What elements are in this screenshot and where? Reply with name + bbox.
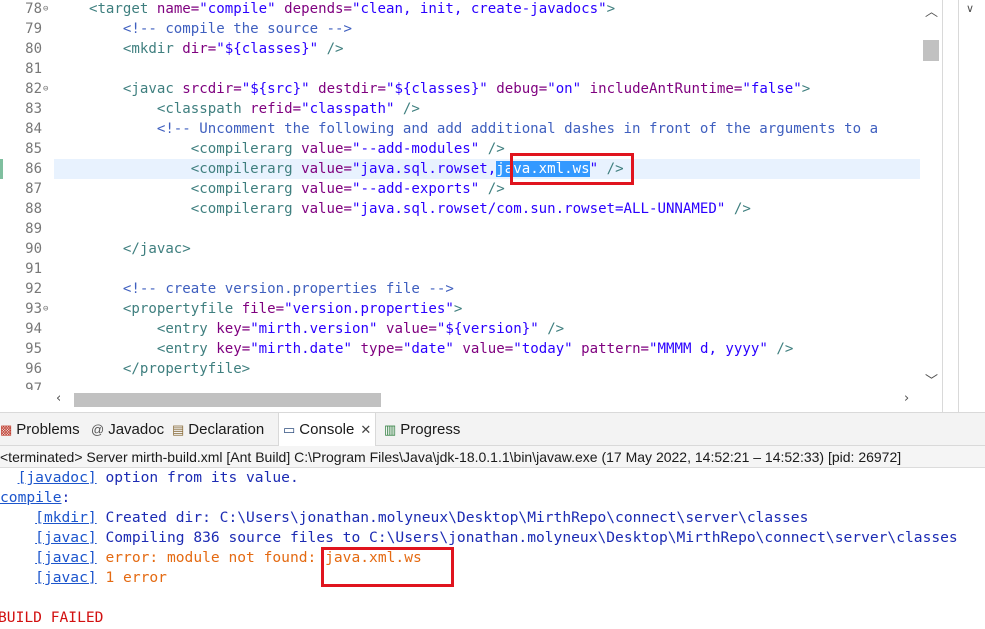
code-line: <compilerarg value="java.sql.rowset/com.… [190,201,751,217]
highlight-annotation-box [321,547,454,587]
console-task-link[interactable]: [javac] [35,549,97,566]
code-line: <classpath refid="classpath" /> [156,101,420,117]
code-line: <!-- Uncomment the following and add add… [156,121,879,137]
code-line: <!-- compile the source --> [122,21,352,37]
console-icon: ▭ [283,421,296,437]
line-number: 94 [25,321,42,337]
quick-diff-marker [0,159,3,179]
scroll-left-icon[interactable]: ‹ [56,391,61,406]
code-editor[interactable]: 78 79 80 81 82 83 84 85 86 87 88 89 90 9… [0,0,942,390]
line-number: 84 [25,121,42,137]
line-number: 93 [25,301,42,317]
line-number: 97 [25,381,42,390]
close-icon[interactable]: ✕ [360,422,371,438]
scroll-up-icon[interactable]: ︿ [925,1,938,20]
line-number: 95 [25,341,42,357]
line-number: 87 [25,181,42,197]
code-line: <javac srcdir="${src}" destdir="${classe… [122,81,811,97]
problems-icon: ▩ [0,421,13,437]
console-task-link[interactable]: [javadoc] [18,469,97,486]
line-number: 81 [25,61,42,77]
code-line: </propertyfile> [122,361,251,377]
line-number: 90 [25,241,42,257]
line-number: 79 [25,21,42,37]
code-line: <target name="compile" depends="clean, i… [88,1,616,17]
fold-collapse-icon[interactable]: ⊖ [43,299,48,319]
fold-collapse-icon[interactable]: ⊖ [43,0,48,19]
console-line: [mkdir] Created dir: C:\Users\jonathan.m… [35,509,809,526]
at-sign-icon: @ [91,422,105,437]
console-output[interactable]: [javadoc] option from its value. compile… [0,468,985,629]
code-line: <entry key="mirth.version" value="${vers… [156,321,565,337]
code-line: <mkdir dir="${classes}" /> [122,41,344,57]
progress-icon: ▥ [384,421,397,437]
vertical-scroll-thumb[interactable] [923,40,939,61]
scroll-corner [920,390,942,410]
tab-declaration[interactable]: ▤ Declaration [172,413,264,446]
code-line: <entry key="mirth.date" type="date" valu… [156,341,794,357]
console-task-link[interactable]: [javac] [35,569,97,586]
panel-divider[interactable] [958,0,959,412]
console-status-line: <terminated> Server mirth-build.xml [Ant… [0,446,985,468]
code-line: <compilerarg value="--add-modules" /> [190,141,505,157]
scroll-down-icon[interactable]: ﹀ [925,370,938,389]
outline-side-panel [942,0,985,412]
line-number-gutter: 78 79 80 81 82 83 84 85 86 87 88 89 90 9… [0,0,54,390]
line-number: 86 [25,161,42,177]
line-number: 80 [25,41,42,57]
declaration-icon: ▤ [172,421,185,437]
console-target-link[interactable]: compile [0,489,62,506]
tab-console[interactable]: ▭ Console ✕ [278,413,377,446]
code-line: <!-- create version.properties file --> [122,281,454,297]
tab-javadoc[interactable]: @ Javadoc [91,413,164,446]
scroll-right-icon[interactable]: › [904,391,909,406]
line-number: 83 [25,101,42,117]
highlight-annotation-box [510,153,634,185]
line-number: 91 [25,261,42,277]
console-task-link[interactable]: [mkdir] [35,509,97,526]
console-line: compile: [0,489,71,506]
chevron-down-icon[interactable]: ∨ [966,2,974,15]
console-line: [javac] Compiling 836 source files to C:… [35,529,958,546]
code-line: <compilerarg value="--add-exports" /> [190,181,505,197]
line-number: 96 [25,361,42,377]
console-line: [javadoc] option from its value. [17,469,299,486]
line-number: 85 [25,141,42,157]
view-tab-bar: ▩ Problems @ Javadoc ▤ Declaration ▭ Console… [0,412,985,446]
line-number: 82 [25,81,42,97]
tab-problems[interactable]: ▩ Problems [0,413,80,446]
fold-collapse-icon[interactable]: ⊖ [43,79,48,99]
tab-progress[interactable]: ▥ Progress [384,413,460,446]
console-task-link[interactable]: [javac] [35,529,97,546]
line-number: 92 [25,281,42,297]
console-error-line: [javac] 1 error [35,569,167,586]
line-number: 89 [25,221,42,237]
line-number: 88 [25,201,42,217]
horizontal-scroll-thumb[interactable] [74,393,381,407]
code-line: </javac> [122,241,191,257]
build-failed-line: BUILD FAILED [0,609,104,626]
code-line: <propertyfile file="version.properties"> [122,301,463,317]
line-number: 78 [25,1,42,17]
